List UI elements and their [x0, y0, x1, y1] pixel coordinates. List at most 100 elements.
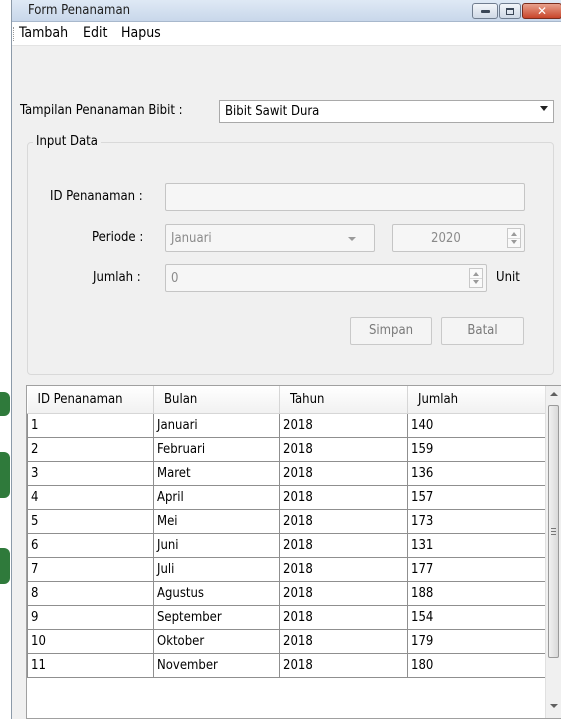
data-table: ID Penanaman Bulan Tahun Jumlah 1 Januar…	[26, 385, 561, 719]
maximize-button[interactable]	[499, 3, 521, 19]
scroll-down-icon[interactable]	[550, 704, 558, 708]
table-cell[interactable]: Agustus	[153, 580, 280, 606]
vertical-scrollbar[interactable]	[545, 386, 561, 718]
table-cell[interactable]: Februari	[153, 436, 280, 462]
form-window: Form Penanaman ✕ Tambah Edit Hapus Tampi…	[11, 0, 561, 719]
table-cell[interactable]: Oktober	[153, 628, 280, 654]
table-cell[interactable]: 5	[27, 508, 154, 534]
table-row[interactable]: 8 Agustus 2018 188	[27, 580, 548, 606]
table-cell[interactable]: 2018	[279, 412, 408, 438]
grip-icon	[551, 528, 556, 535]
table-cell[interactable]: 2	[27, 436, 154, 462]
table-row[interactable]: 2 Februari 2018 159	[27, 436, 548, 462]
table-cell[interactable]: September	[153, 604, 280, 630]
save-button[interactable]: Simpan	[350, 317, 432, 345]
backdrop-decoration	[0, 452, 10, 498]
menu-edit[interactable]: Edit	[83, 25, 107, 41]
table-cell[interactable]: 2018	[279, 460, 408, 486]
jumlah-spinner[interactable]: 0	[165, 264, 487, 292]
year-spinner[interactable]: 2020	[392, 224, 525, 252]
table-cell[interactable]: 140	[407, 412, 548, 438]
title-bar[interactable]: Form Penanaman ✕	[12, 0, 561, 22]
table-cell[interactable]: 157	[407, 484, 548, 510]
table-cell[interactable]: 179	[407, 628, 548, 654]
periode-label: Periode :	[92, 230, 144, 245]
table-cell[interactable]: 2018	[279, 652, 408, 678]
jumlah-stepper[interactable]	[469, 268, 483, 288]
display-label: Tampilan Penanaman Bibit :	[20, 103, 183, 118]
table-row[interactable]: 4 April 2018 157	[27, 484, 548, 510]
arrow-down-icon	[473, 280, 479, 284]
column-header[interactable]: Tahun	[279, 386, 408, 414]
table-row[interactable]: 10 Oktober 2018 179	[27, 628, 548, 654]
table-cell[interactable]: 4	[27, 484, 154, 510]
table-cell[interactable]: Maret	[153, 460, 280, 486]
table-cell[interactable]: 1	[27, 412, 154, 438]
table-cell[interactable]: 3	[27, 460, 154, 486]
table-cell[interactable]: 131	[407, 532, 548, 558]
table-cell[interactable]: 177	[407, 556, 548, 582]
table-cell[interactable]: 2018	[279, 508, 408, 534]
table-cell[interactable]: 173	[407, 508, 548, 534]
minimize-button[interactable]	[472, 3, 498, 19]
table-cell[interactable]: Juli	[153, 556, 280, 582]
table-cell[interactable]: 11	[27, 652, 154, 678]
menu-tambah[interactable]: Tambah	[19, 25, 68, 41]
table-row[interactable]: 9 September 2018 154	[27, 604, 548, 630]
month-value: Januari	[171, 231, 212, 246]
table-row[interactable]: 1 Januari 2018 140	[27, 412, 548, 438]
maximize-icon	[506, 7, 514, 15]
window-title: Form Penanaman	[28, 3, 131, 18]
table-cell[interactable]: 2018	[279, 604, 408, 630]
table-row[interactable]: 7 Juli 2018 177	[27, 556, 548, 582]
table-cell[interactable]: 2018	[279, 556, 408, 582]
table-cell[interactable]: 10	[27, 628, 154, 654]
jumlah-value: 0	[171, 271, 179, 286]
table-cell[interactable]: 188	[407, 580, 548, 606]
table-cell[interactable]: 136	[407, 460, 548, 486]
column-header[interactable]: Bulan	[153, 386, 280, 414]
close-button[interactable]: ✕	[522, 3, 561, 19]
scroll-up-icon[interactable]	[550, 392, 558, 396]
table-cell[interactable]: 154	[407, 604, 548, 630]
table-cell[interactable]: 9	[27, 604, 154, 630]
table-cell[interactable]: 8	[27, 580, 154, 606]
table-cell[interactable]: 2018	[279, 436, 408, 462]
bibit-type-value: Bibit Sawit Dura	[225, 104, 320, 119]
table-cell[interactable]: Januari	[153, 412, 280, 438]
table-cell[interactable]: 2018	[279, 532, 408, 558]
table-cell[interactable]: November	[153, 652, 280, 678]
table-cell[interactable]: 2018	[279, 484, 408, 510]
column-header[interactable]: Jumlah	[407, 386, 548, 414]
year-stepper[interactable]	[507, 228, 521, 248]
id-penanaman-field[interactable]	[165, 183, 525, 211]
column-header[interactable]: ID Penanaman	[27, 386, 154, 414]
jumlah-label: Jumlah :	[93, 270, 141, 285]
table-row[interactable]: 5 Mei 2018 173	[27, 508, 548, 534]
arrow-up-icon	[511, 232, 517, 236]
table-cell[interactable]: 180	[407, 652, 548, 678]
bibit-type-dropdown[interactable]: Bibit Sawit Dura	[219, 100, 554, 123]
table-row[interactable]: 3 Maret 2018 136	[27, 460, 548, 486]
scrollbar-thumb[interactable]	[548, 405, 559, 658]
table-cell[interactable]: 6	[27, 532, 154, 558]
chevron-down-icon	[540, 106, 548, 111]
menu-grip-icon[interactable]	[13, 27, 16, 41]
table-cell[interactable]: 7	[27, 556, 154, 582]
table-row[interactable]: 6 Juni 2018 131	[27, 532, 548, 558]
backdrop-decoration	[0, 392, 10, 416]
table-cell[interactable]: 2018	[279, 628, 408, 654]
menu-bar: Tambah Edit Hapus	[12, 22, 561, 46]
menu-hapus[interactable]: Hapus	[121, 25, 161, 41]
year-value: 2020	[431, 231, 461, 246]
cancel-button[interactable]: Batal	[441, 317, 524, 345]
backdrop-decoration	[0, 548, 10, 584]
arrow-up-icon	[473, 272, 479, 276]
table-cell[interactable]: Juni	[153, 532, 280, 558]
table-row[interactable]: 11 November 2018 180	[27, 652, 548, 678]
month-dropdown[interactable]: Januari	[165, 224, 375, 252]
table-cell[interactable]: 159	[407, 436, 548, 462]
table-cell[interactable]: Mei	[153, 508, 280, 534]
table-cell[interactable]: 2018	[279, 580, 408, 606]
table-cell[interactable]: April	[153, 484, 280, 510]
